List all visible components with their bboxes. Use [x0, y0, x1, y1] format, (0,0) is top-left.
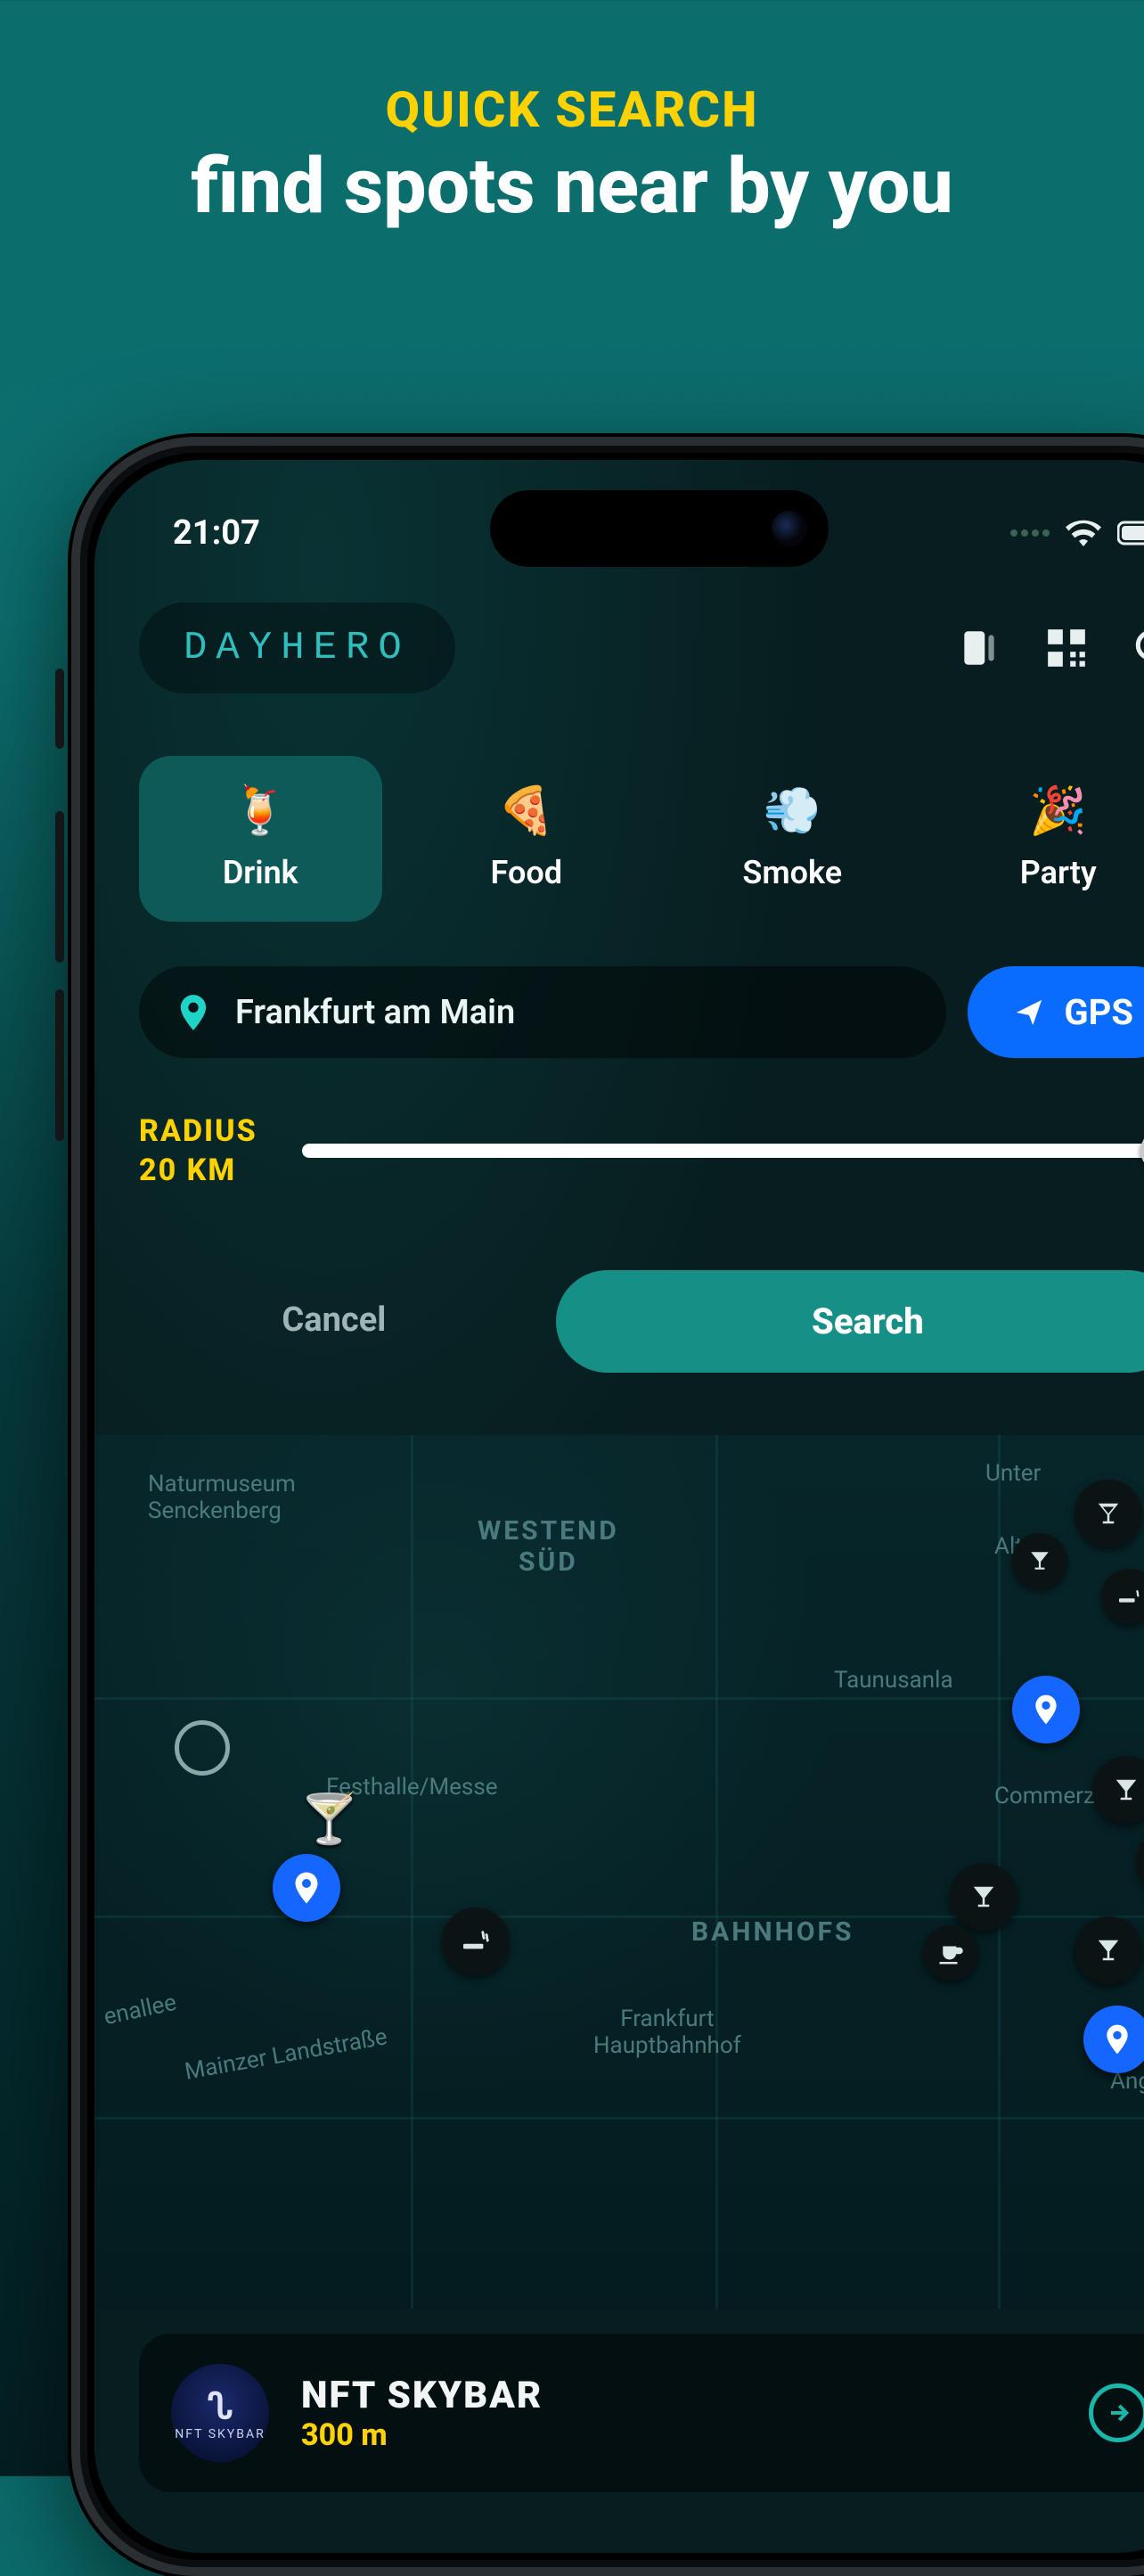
- food-icon: 🍕: [497, 788, 555, 834]
- search-button[interactable]: Search: [556, 1270, 1144, 1373]
- category-food[interactable]: 🍕 Food: [405, 756, 649, 922]
- category-label: Drink: [223, 854, 298, 891]
- gps-label: GPS: [1064, 991, 1133, 1033]
- smoke-icon: 💨: [764, 788, 821, 834]
- map-label: enallee: [102, 1989, 179, 2031]
- location-ring-icon: [175, 1720, 230, 1776]
- cancel-button[interactable]: Cancel: [139, 1270, 529, 1373]
- map-pin-user[interactable]: [273, 1854, 340, 1922]
- category-label: Smoke: [742, 854, 842, 891]
- dynamic-island: [490, 490, 829, 567]
- map-pin-smoke[interactable]: [442, 1907, 510, 1975]
- navigate-icon: [1014, 997, 1044, 1028]
- search-icon[interactable]: [1128, 622, 1144, 674]
- party-icon: 🎉: [1029, 788, 1087, 834]
- category-drink[interactable]: 🍹 Drink: [139, 756, 382, 922]
- map-pin-blue[interactable]: [1012, 1676, 1080, 1743]
- category-row: 🍹 Drink 🍕 Food 💨 Smoke 🎉 Party: [94, 693, 1144, 922]
- go-button[interactable]: [1089, 2383, 1144, 2442]
- gps-button[interactable]: GPS: [968, 966, 1144, 1058]
- map-label: Unter: [985, 1460, 1041, 1487]
- radius-label: RADIUS: [139, 1112, 257, 1151]
- result-logo: ᔐ NFT SKYBAR: [171, 2364, 269, 2462]
- map-label: Mainzer Landstraße: [183, 2024, 389, 2086]
- category-smoke[interactable]: 💨 Smoke: [671, 756, 914, 922]
- map-pin-drink[interactable]: [950, 1863, 1017, 1931]
- category-label: Party: [1020, 854, 1097, 891]
- status-time: 21:07: [173, 513, 260, 553]
- map-pin-smoke[interactable]: [1101, 1569, 1144, 1624]
- slider-thumb[interactable]: [1140, 1129, 1144, 1172]
- map-label: Naturmuseum Senckenberg: [148, 1471, 296, 1524]
- drink-icon: 🍹: [232, 788, 290, 834]
- cards-icon[interactable]: [953, 622, 1005, 674]
- map-label: Taunusanla: [834, 1667, 953, 1694]
- result-title: NFT SKYBAR: [301, 2374, 1057, 2417]
- result-card[interactable]: ᔐ NFT SKYBAR NFT SKYBAR 300 m: [139, 2334, 1144, 2492]
- map-pin-drink[interactable]: [1075, 1916, 1142, 1984]
- radius-slider[interactable]: [302, 1144, 1144, 1158]
- map-label: Commerz: [994, 1783, 1095, 1809]
- pin-icon: [178, 995, 208, 1030]
- map-label: BAHNHOFS: [691, 1916, 854, 1948]
- location-input[interactable]: Frankfurt am Main: [139, 966, 946, 1058]
- promo-title: find spots near by you: [0, 146, 1144, 226]
- radius-value: 20 KM: [139, 1151, 257, 1190]
- map-pin-drink[interactable]: [1137, 1827, 1144, 1895]
- app-logo[interactable]: DAYHERO: [139, 603, 455, 693]
- category-party[interactable]: 🎉 Party: [937, 756, 1144, 922]
- location-text: Frankfurt am Main: [235, 993, 515, 1032]
- map-pin-drink[interactable]: [1012, 1533, 1067, 1588]
- wifi-icon: [1066, 520, 1101, 546]
- qr-icon[interactable]: [1041, 622, 1092, 674]
- battery-icon: [1117, 521, 1144, 546]
- map-label: Frankfurt Hauptbahnhof: [593, 2006, 741, 2059]
- map-marker-drink[interactable]: 🍸: [299, 1792, 359, 1848]
- map-label: WESTEND SÜD: [478, 1515, 619, 1578]
- map-pin-drink[interactable]: [1092, 1756, 1144, 1824]
- map-pin-coffee[interactable]: [923, 1925, 978, 1981]
- promo-eyebrow: QUICK SEARCH: [0, 80, 1144, 139]
- cellular-icon: [1010, 529, 1050, 537]
- map-pin-blue[interactable]: [1083, 2006, 1144, 2073]
- category-label: Food: [491, 854, 562, 891]
- map-view[interactable]: Naturmuseum Senckenberg WESTEND SÜD Unte…: [94, 1435, 1144, 2309]
- map-pin-drink[interactable]: [1075, 1480, 1142, 1547]
- result-distance: 300 m: [301, 2417, 1057, 2453]
